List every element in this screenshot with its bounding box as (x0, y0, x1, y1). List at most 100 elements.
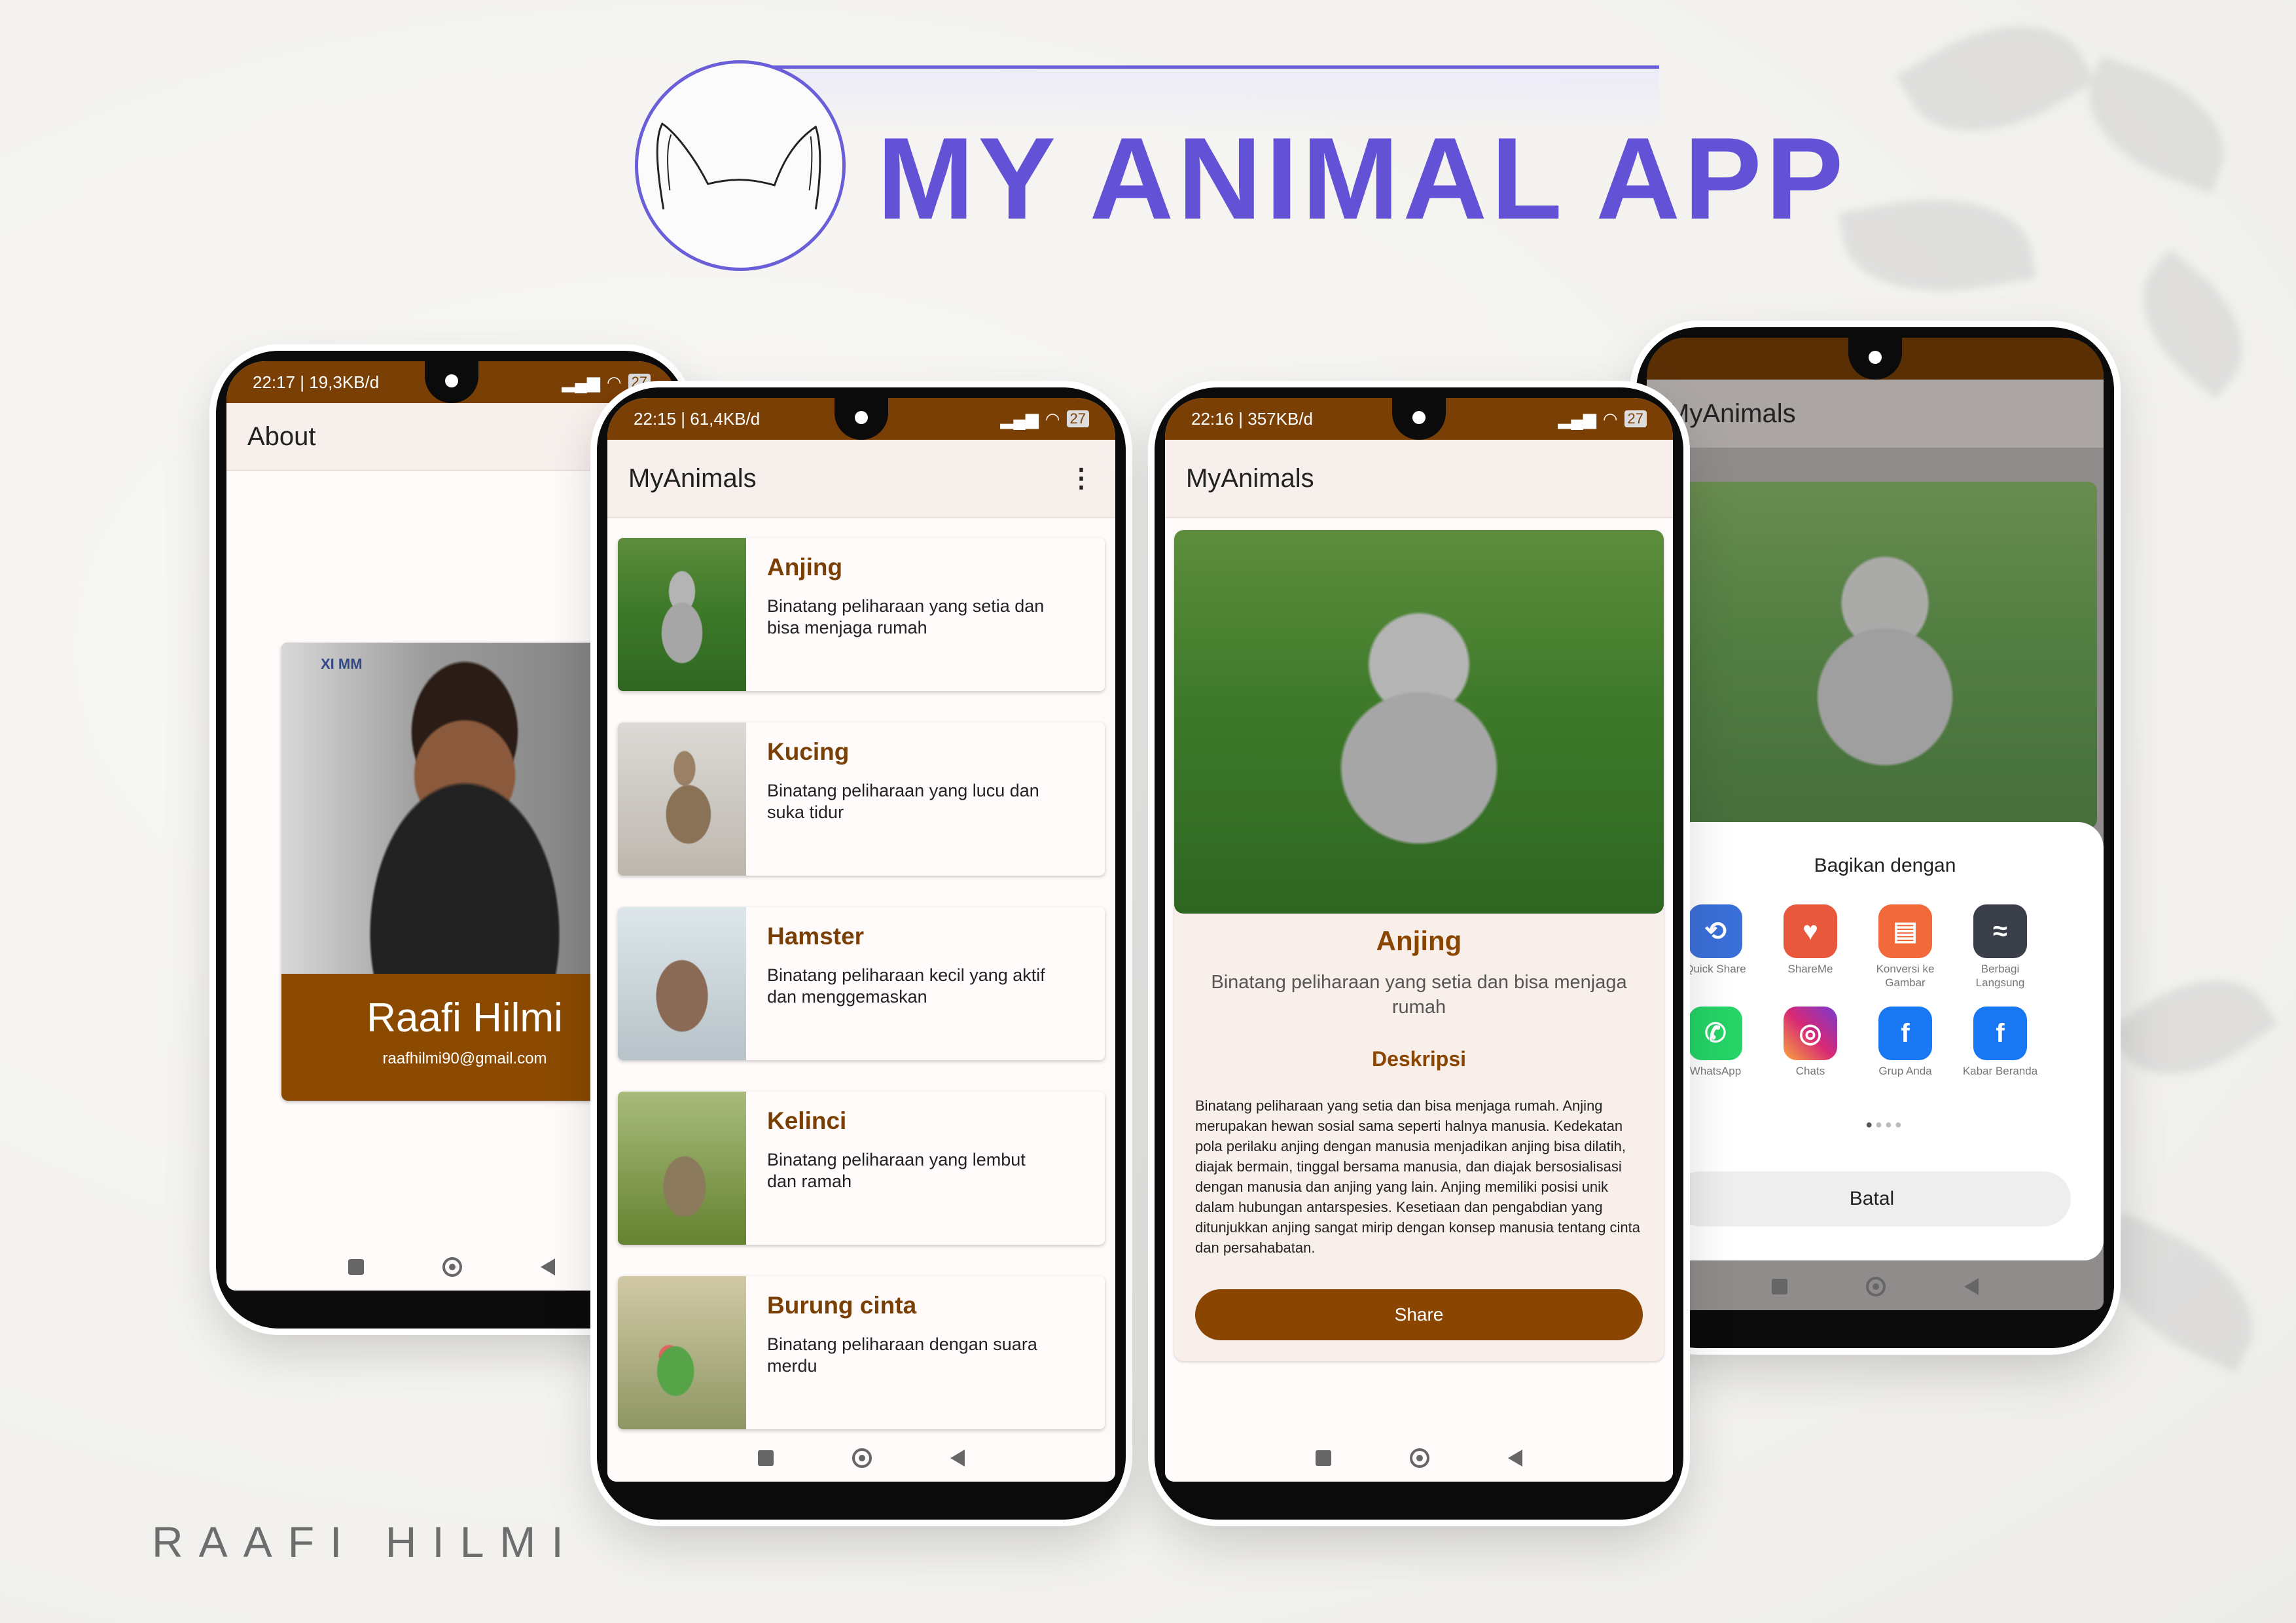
animal-name: Anjing (1376, 925, 1462, 956)
page-title: MyAnimals (628, 463, 757, 493)
list-item[interactable]: Burung cinta Binatang peliharaan dengan … (618, 1276, 1105, 1429)
page-title: MyAnimals (1668, 399, 1796, 428)
app-bar: MyAnimals (1165, 440, 1673, 518)
home-icon[interactable] (852, 1448, 872, 1468)
home-icon[interactable] (1410, 1448, 1429, 1468)
share-app-direct-share[interactable]: ≈ Berbagi Langsung (1961, 904, 2039, 990)
animal-desc: Binatang peliharaan yang lucu dan suka t… (767, 781, 1039, 822)
page-title: About (247, 421, 316, 451)
profile-photo: XI MM (281, 643, 648, 974)
recents-icon[interactable] (348, 1259, 364, 1275)
recents-icon[interactable] (1316, 1450, 1331, 1466)
leaf-shadow (1839, 181, 2036, 310)
list-item[interactable]: Kelinci Binatang peliharaan yang lembut … (618, 1092, 1105, 1245)
animal-thumbnail (618, 538, 746, 691)
home-icon[interactable] (442, 1257, 462, 1277)
status-time: 22:15 | 61,4KB/d (634, 408, 761, 429)
quick-share-icon: ⟲ (1689, 904, 1742, 958)
profile-card: XI MM Raafi Hilmi raafhilmi90@gmail.com (281, 643, 648, 1101)
animal-name: Burung cinta (767, 1292, 917, 1319)
profile-name: Raafi Hilmi (367, 995, 563, 1041)
home-icon[interactable] (1866, 1277, 1886, 1296)
status-time: 22:16 | 357KB/d (1191, 408, 1314, 429)
leaf-shadow (2070, 55, 2244, 194)
animal-thumbnail (618, 1276, 746, 1429)
signal-icon: ▂▄▆ (1000, 408, 1039, 429)
facebook-icon: f (1878, 1007, 1932, 1060)
share-app-chats[interactable]: ◎ Chats (1771, 1007, 1850, 1078)
detail-card: Anjing Binatang peliharaan yang setia da… (1174, 530, 1664, 1361)
status-time: 22:17 | 19,3KB/d (253, 372, 380, 392)
cancel-button[interactable]: Batal (1673, 1171, 2071, 1226)
back-icon[interactable] (950, 1450, 965, 1467)
animal-list: Anjing Binatang peliharaan yang setia da… (607, 518, 1115, 1435)
list-item[interactable]: Kucing Binatang peliharaan yang lucu dan… (618, 722, 1105, 876)
animal-description: Binatang peliharaan yang setia dan bisa … (1195, 1097, 1641, 1256)
animal-name: Kucing (767, 738, 850, 765)
whatsapp-icon: ✆ (1689, 1007, 1742, 1060)
animal-subtitle: Binatang peliharaan yang setia dan bisa … (1211, 972, 1627, 1018)
profile-email: raafhilmi90@gmail.com (382, 1050, 547, 1067)
page-dots: ●●●● (1865, 1118, 1905, 1131)
wifi-icon: ◠ (1602, 408, 1618, 429)
animal-name: Anjing (767, 554, 843, 580)
list-screen: 22:15 | 61,4KB/d ▂▄▆ ◠ 27 MyAnimals ⋮ An… (607, 398, 1115, 1482)
nav-bar (1647, 1263, 2104, 1310)
animal-image (1673, 482, 2097, 829)
status-icons: ▂▄▆ ◠ 27 (1558, 409, 1647, 429)
app-bar: MyAnimals ⋮ (607, 440, 1115, 518)
cat-logo (635, 60, 846, 271)
animal-name: Hamster (767, 923, 865, 950)
leaf-shadow (2115, 249, 2270, 399)
share-screen: MyAnimals Bagikan dengan ⟲ Quick Share ♥… (1647, 338, 2104, 1310)
list-item[interactable]: Anjing Binatang peliharaan yang setia da… (618, 538, 1105, 691)
phone-share: MyAnimals Bagikan dengan ⟲ Quick Share ♥… (1636, 327, 2114, 1348)
battery-icon: 27 (1624, 410, 1647, 427)
share-button[interactable]: Share (1195, 1289, 1643, 1340)
recents-icon[interactable] (1772, 1279, 1787, 1294)
wifi-icon: ◠ (1045, 408, 1060, 429)
direct-share-icon: ≈ (1973, 904, 2027, 958)
header-line (740, 65, 1659, 69)
status-icons: ▂▄▆ ◠ 27 (562, 372, 651, 393)
phone-detail: 22:16 | 357KB/d ▂▄▆ ◠ 27 MyAnimals Anjin… (1155, 387, 1683, 1520)
animal-desc: Binatang peliharaan yang lembut dan rama… (767, 1150, 1026, 1191)
recents-icon[interactable] (758, 1450, 774, 1466)
status-icons: ▂▄▆ ◠ 27 (1000, 409, 1089, 429)
animal-thumbnail (618, 1092, 746, 1245)
nav-bar (607, 1435, 1115, 1482)
animal-desc: Binatang peliharaan yang setia dan bisa … (767, 596, 1045, 637)
cat-ears-icon (656, 122, 821, 210)
shareme-icon: ♥ (1784, 904, 1837, 958)
leaf-shadow (2107, 948, 2278, 1107)
facebook-icon: f (1973, 1007, 2027, 1060)
wifi-icon: ◠ (606, 372, 622, 392)
animal-desc: Binatang peliharaan dengan suara merdu (767, 1334, 1037, 1376)
back-icon[interactable] (1508, 1450, 1522, 1467)
list-item[interactable]: Hamster Binatang peliharaan kecil yang a… (618, 907, 1105, 1060)
battery-icon: 27 (1066, 410, 1089, 427)
share-app-whatsapp[interactable]: ✆ WhatsApp (1676, 1007, 1755, 1078)
animal-desc: Binatang peliharaan kecil yang aktif dan… (767, 965, 1045, 1007)
detail-screen: 22:16 | 357KB/d ▂▄▆ ◠ 27 MyAnimals Anjin… (1165, 398, 1673, 1482)
share-sheet-title: Bagikan dengan (1814, 855, 1956, 876)
animal-thumbnail (618, 907, 746, 1060)
share-app-shareme[interactable]: ♥ ShareMe (1771, 904, 1850, 976)
share-app-kabar-beranda[interactable]: f Kabar Beranda (1961, 1007, 2039, 1078)
animal-name: Kelinci (767, 1107, 847, 1134)
share-app-convert-image[interactable]: ▤ Konversi ke Gambar (1866, 904, 1945, 990)
share-sheet: Bagikan dengan ⟲ Quick Share ♥ ShareMe ▤… (1666, 822, 2104, 1260)
signal-icon: ▂▄▆ (1558, 408, 1596, 429)
author-signature: RAAFI HILMI (152, 1518, 579, 1566)
share-app-grup-anda[interactable]: f Grup Anda (1866, 1007, 1945, 1078)
instagram-icon: ◎ (1784, 1007, 1837, 1060)
share-app-quick-share[interactable]: ⟲ Quick Share (1676, 904, 1755, 976)
animal-image (1174, 530, 1664, 914)
app-bar: MyAnimals (1647, 380, 2104, 448)
photo-sign: XI MM (321, 656, 363, 672)
back-icon[interactable] (1964, 1278, 1979, 1295)
page-title: MyAnimals (1186, 463, 1314, 493)
overflow-menu-icon[interactable]: ⋮ (1068, 463, 1094, 493)
signal-icon: ▂▄▆ (562, 372, 600, 392)
back-icon[interactable] (541, 1258, 555, 1275)
